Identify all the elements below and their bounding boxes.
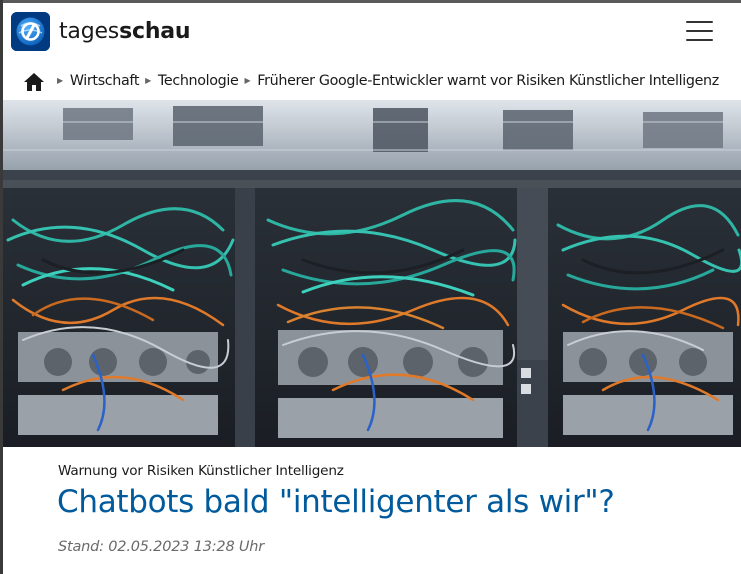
article-kicker: Warnung vor Risiken Künstlicher Intellig…	[58, 463, 344, 479]
breadcrumb: ▶ Wirtschaft ▶ Technologie ▶ Früherer Google-…	[3, 61, 741, 101]
tagesschau-globe-logo-icon[interactable]	[11, 12, 50, 51]
breadcrumb-item-current-article[interactable]: Früherer Google-Entwickler warnt vor Ris…	[257, 73, 719, 89]
article-timestamp: Stand: 02.05.2023 13:28 Uhr	[58, 539, 265, 555]
hero-image	[3, 100, 741, 447]
page: tagesschau ▶ Wirtschaft ▶ Technologie ▶ Frühe…	[3, 3, 741, 574]
logo-text-bold: schau	[119, 19, 191, 44]
breadcrumb-separator-icon: ▶	[244, 76, 251, 85]
hamburger-menu-icon[interactable]	[686, 21, 713, 41]
breadcrumb-separator-icon: ▶	[57, 76, 63, 85]
home-icon[interactable]	[23, 72, 45, 92]
article-headline: Chatbots bald "intelligenter als wir"?	[57, 484, 615, 520]
breadcrumb-separator-icon: ▶	[145, 76, 151, 85]
breadcrumb-item-wirtschaft[interactable]: Wirtschaft	[70, 73, 140, 89]
site-logo-text[interactable]: tagesschau	[59, 19, 191, 44]
site-header: tagesschau	[3, 3, 741, 61]
logo-text-light: tages	[59, 19, 120, 44]
breadcrumb-item-technologie[interactable]: Technologie	[158, 73, 239, 89]
